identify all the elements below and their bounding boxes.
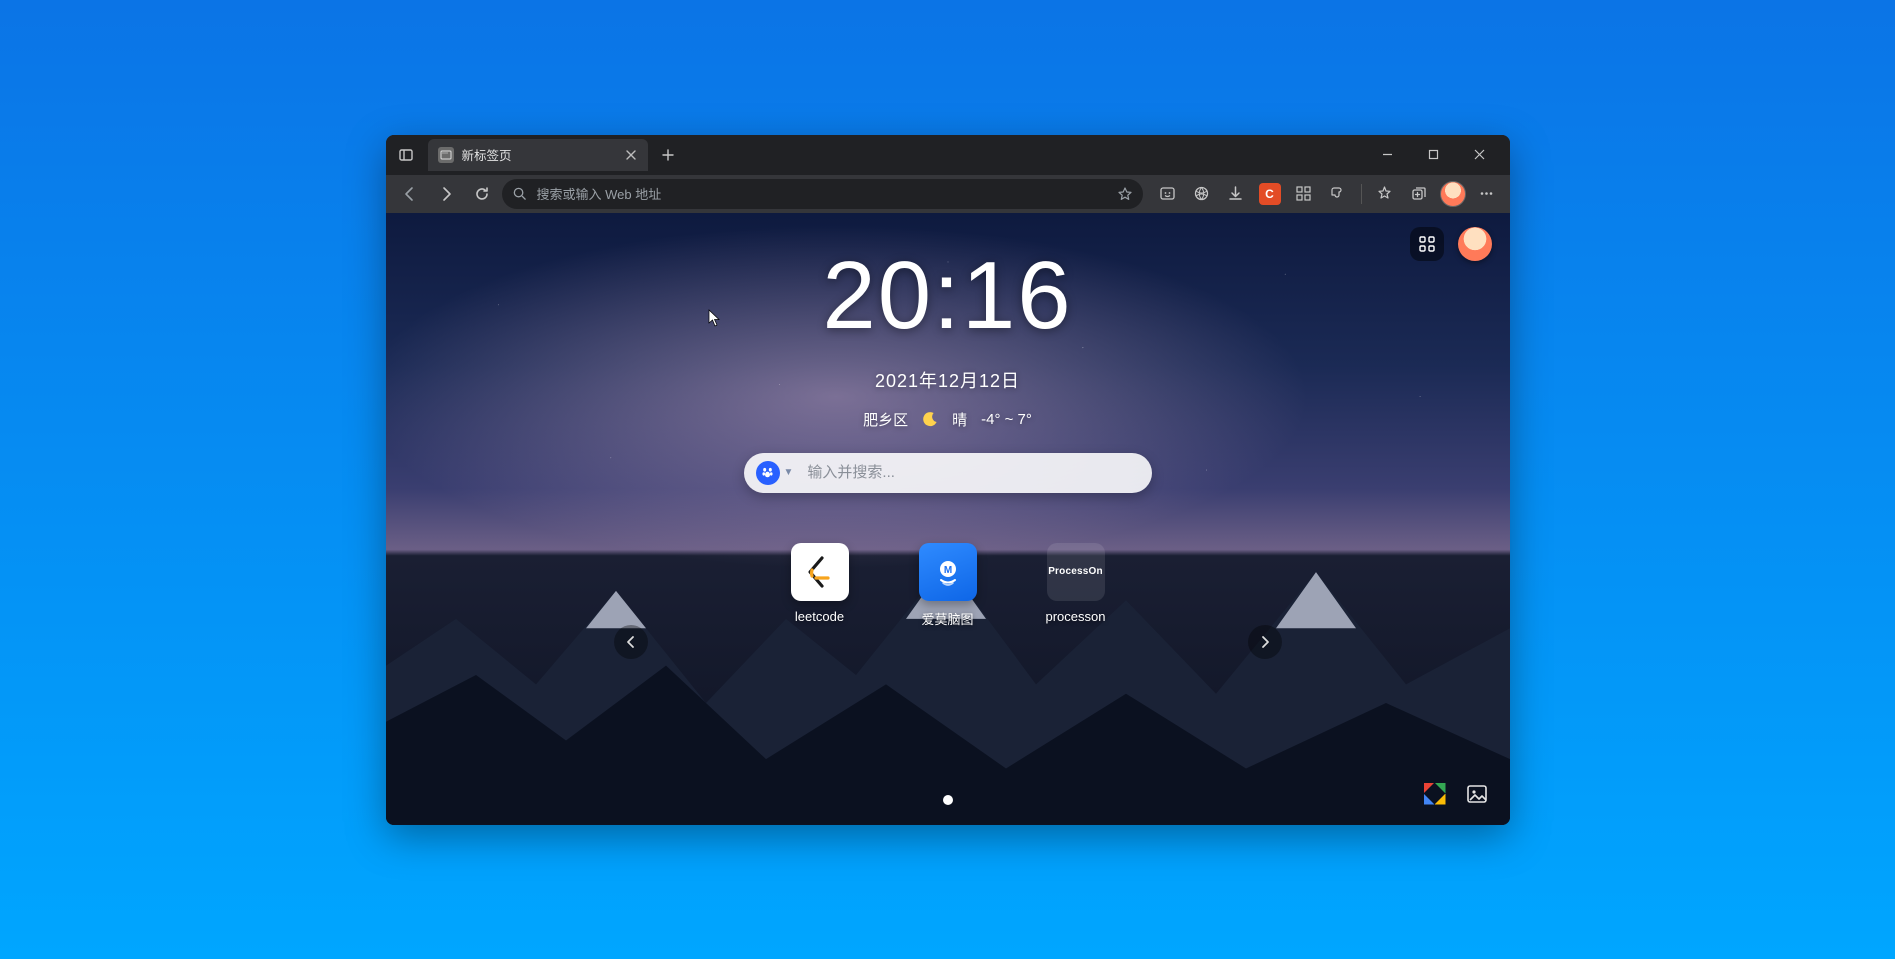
weather-temp-range: -4° ~ 7° <box>981 411 1032 428</box>
shortcut-tile <box>791 543 849 601</box>
nav-forward-button[interactable] <box>430 179 462 209</box>
titlebar: 新标签页 <box>386 135 1510 175</box>
toolbar: 搜索或输入 Web 地址 C <box>386 175 1510 213</box>
tab-close-button[interactable] <box>622 146 640 164</box>
chevron-right-icon <box>1258 635 1272 649</box>
nav-back-button[interactable] <box>394 179 426 209</box>
clock-time: 20:16 <box>822 241 1072 351</box>
shortcut-mindmap[interactable]: M 爱莫脑图 <box>908 543 988 628</box>
shortcut-label: 爱莫脑图 <box>921 609 973 628</box>
nav-refresh-button[interactable] <box>466 179 498 209</box>
shortcut-tile: M <box>919 543 977 601</box>
star-plus-icon <box>1376 185 1393 202</box>
extension-dribbble[interactable] <box>1187 179 1217 209</box>
window-maximize-button[interactable] <box>1412 139 1456 171</box>
newtab-bottom-right <box>1422 781 1490 807</box>
window-minimize-button[interactable] <box>1366 139 1410 171</box>
puzzle-icon <box>1329 185 1346 202</box>
search-engine-selector[interactable]: ▼ <box>750 457 800 489</box>
extensions-menu-button[interactable] <box>1323 179 1353 209</box>
close-icon <box>626 150 636 160</box>
tab-title: 新标签页 <box>462 145 512 164</box>
extensions-strip: C <box>1153 179 1502 209</box>
apps-grid-button[interactable] <box>1410 227 1444 261</box>
chevron-down-icon: ▼ <box>784 467 794 478</box>
colorful-apps-button[interactable] <box>1422 781 1448 807</box>
more-horizontal-icon <box>1478 185 1495 202</box>
plus-icon <box>662 149 674 161</box>
favorite-button[interactable] <box>1117 186 1133 202</box>
minimize-icon <box>1382 149 1393 160</box>
shortcut-leetcode[interactable]: leetcode <box>780 543 860 628</box>
window-controls <box>1366 139 1502 171</box>
mindmap-icon: M <box>931 555 965 589</box>
qr-icon <box>1295 185 1312 202</box>
globe-icon <box>1193 185 1210 202</box>
shortcut-label: processon <box>1046 609 1106 624</box>
browser-tab[interactable]: 新标签页 <box>428 139 648 171</box>
favorites-button[interactable] <box>1370 179 1400 209</box>
newtab-top-right <box>1410 227 1492 261</box>
moon-icon <box>922 411 938 427</box>
refresh-icon <box>474 186 490 202</box>
mouse-cursor-icon <box>708 309 720 327</box>
weather-condition: 晴 <box>952 409 967 430</box>
star-icon <box>1117 186 1133 202</box>
shortcut-tile: ProcessOn <box>1047 543 1105 601</box>
shortcut-processon[interactable]: ProcessOn processon <box>1036 543 1116 628</box>
weather-widget[interactable]: 肥乡区 晴 -4° ~ 7° <box>863 409 1032 430</box>
page-indicator-dot[interactable] <box>943 795 953 805</box>
processon-text: ProcessOn <box>1048 566 1103 577</box>
shortcuts-next-button[interactable] <box>1248 625 1282 659</box>
settings-more-button[interactable] <box>1472 179 1502 209</box>
shortcuts-prev-button[interactable] <box>614 625 648 659</box>
mountains-decoration <box>386 488 1510 825</box>
extension-download[interactable] <box>1221 179 1251 209</box>
browser-window: 新标签页 <box>386 135 1510 825</box>
newtab-profile-avatar[interactable] <box>1458 227 1492 261</box>
newtab-content: 20:16 2021年12月12日 肥乡区 晴 -4° ~ 7° ▼ <box>386 213 1510 825</box>
address-placeholder: 搜索或输入 Web 地址 <box>537 184 662 203</box>
newtab-search-input[interactable] <box>807 464 1137 481</box>
camera-smile-icon <box>1159 185 1176 202</box>
badge-letter: C <box>1265 187 1274 201</box>
search-icon <box>512 186 527 201</box>
address-bar[interactable]: 搜索或输入 Web 地址 <box>502 179 1143 209</box>
avatar-icon <box>1440 181 1466 207</box>
download-icon <box>1227 185 1244 202</box>
extension-screenshot[interactable] <box>1153 179 1183 209</box>
panel-icon <box>398 147 414 163</box>
chevron-left-icon <box>624 635 638 649</box>
image-icon <box>1466 783 1488 805</box>
weather-location: 肥乡区 <box>863 409 908 430</box>
wallpaper-button[interactable] <box>1464 781 1490 807</box>
new-tab-button[interactable] <box>654 141 682 169</box>
clock-date: 2021年12月12日 <box>875 367 1020 393</box>
close-icon <box>1474 149 1485 160</box>
maximize-icon <box>1428 149 1439 160</box>
profile-button[interactable] <box>1438 179 1468 209</box>
extension-grid[interactable] <box>1289 179 1319 209</box>
toolbar-separator <box>1361 184 1362 204</box>
newtab-search-box[interactable]: ▼ <box>744 453 1152 493</box>
grid-icon <box>1418 235 1436 253</box>
colorful-x-icon <box>1424 783 1446 805</box>
tab-actions-button[interactable] <box>392 141 420 169</box>
arrow-right-icon <box>438 186 454 202</box>
leetcode-icon <box>802 554 838 590</box>
window-close-button[interactable] <box>1458 139 1502 171</box>
baidu-icon <box>756 461 780 485</box>
collections-icon <box>1410 185 1427 202</box>
tab-favicon-icon <box>438 147 454 163</box>
arrow-left-icon <box>402 186 418 202</box>
svg-text:M: M <box>943 565 951 576</box>
shortcuts-row: leetcode M 爱莫脑图 ProcessOn processon <box>780 543 1116 628</box>
shortcut-label: leetcode <box>795 609 844 624</box>
collections-button[interactable] <box>1404 179 1434 209</box>
extension-c-badge[interactable]: C <box>1259 183 1281 205</box>
